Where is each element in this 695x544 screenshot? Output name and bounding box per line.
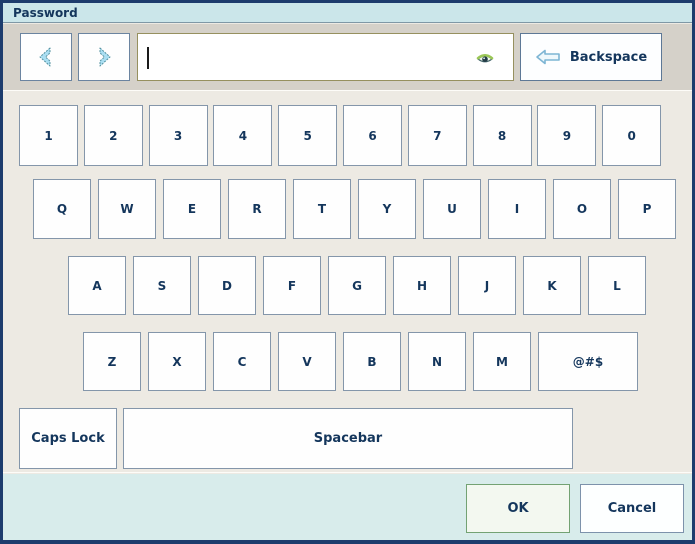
key-0[interactable]: 0 (602, 105, 661, 166)
footer-separator (3, 472, 692, 473)
key-c[interactable]: C (213, 332, 271, 391)
key-1[interactable]: 1 (19, 105, 78, 166)
key-h[interactable]: H (393, 256, 451, 315)
key-a[interactable]: A (68, 256, 126, 315)
key-6[interactable]: 6 (343, 105, 402, 166)
key-d[interactable]: D (198, 256, 256, 315)
key-o[interactable]: O (553, 179, 611, 239)
key-e[interactable]: E (163, 179, 221, 239)
key-r[interactable]: R (228, 179, 286, 239)
key-l[interactable]: L (588, 256, 646, 315)
key-9[interactable]: 9 (537, 105, 596, 166)
arrow-left-icon (535, 48, 561, 66)
key-m[interactable]: M (473, 332, 531, 391)
key-k[interactable]: K (523, 256, 581, 315)
key-u[interactable]: U (423, 179, 481, 239)
key-4[interactable]: 4 (213, 105, 272, 166)
key-n[interactable]: N (408, 332, 466, 391)
cancel-button[interactable]: Cancel (580, 484, 684, 533)
key-w[interactable]: W (98, 179, 156, 239)
key-8[interactable]: 8 (473, 105, 532, 166)
toolbar-separator (3, 90, 692, 91)
cursor-left-button[interactable] (20, 33, 72, 81)
key-3[interactable]: 3 (149, 105, 208, 166)
titlebar: Password (3, 3, 692, 23)
backspace-button[interactable]: Backspace (520, 33, 662, 81)
key-b[interactable]: B (343, 332, 401, 391)
key-i[interactable]: I (488, 179, 546, 239)
key-spacebar[interactable]: Spacebar (123, 408, 573, 469)
key-g[interactable]: G (328, 256, 386, 315)
backspace-label: Backspace (570, 50, 647, 65)
key-v[interactable]: V (278, 332, 336, 391)
key-2[interactable]: 2 (84, 105, 143, 166)
key-t[interactable]: T (293, 179, 351, 239)
key-q[interactable]: Q (33, 179, 91, 239)
key-j[interactable]: J (458, 256, 516, 315)
key-p[interactable]: P (618, 179, 676, 239)
chevron-left-icon (37, 46, 55, 68)
eye-icon[interactable] (476, 52, 494, 65)
key-5[interactable]: 5 (278, 105, 337, 166)
ok-button[interactable]: OK (466, 484, 570, 533)
key-z[interactable]: Z (83, 332, 141, 391)
key-7[interactable]: 7 (408, 105, 467, 166)
key-caps-lock[interactable]: Caps Lock (19, 408, 117, 469)
password-dialog: Password Backspace Caps Lock Spacebar OK… (0, 0, 695, 544)
key-f[interactable]: F (263, 256, 321, 315)
key-s[interactable]: S (133, 256, 191, 315)
key-symbols[interactable]: @#$ (538, 332, 638, 391)
cursor-right-button[interactable] (78, 33, 130, 81)
password-field[interactable] (137, 33, 514, 81)
key-y[interactable]: Y (358, 179, 416, 239)
text-caret (147, 47, 149, 69)
window-title: Password (13, 6, 78, 20)
key-x[interactable]: X (148, 332, 206, 391)
chevron-right-icon (95, 46, 113, 68)
